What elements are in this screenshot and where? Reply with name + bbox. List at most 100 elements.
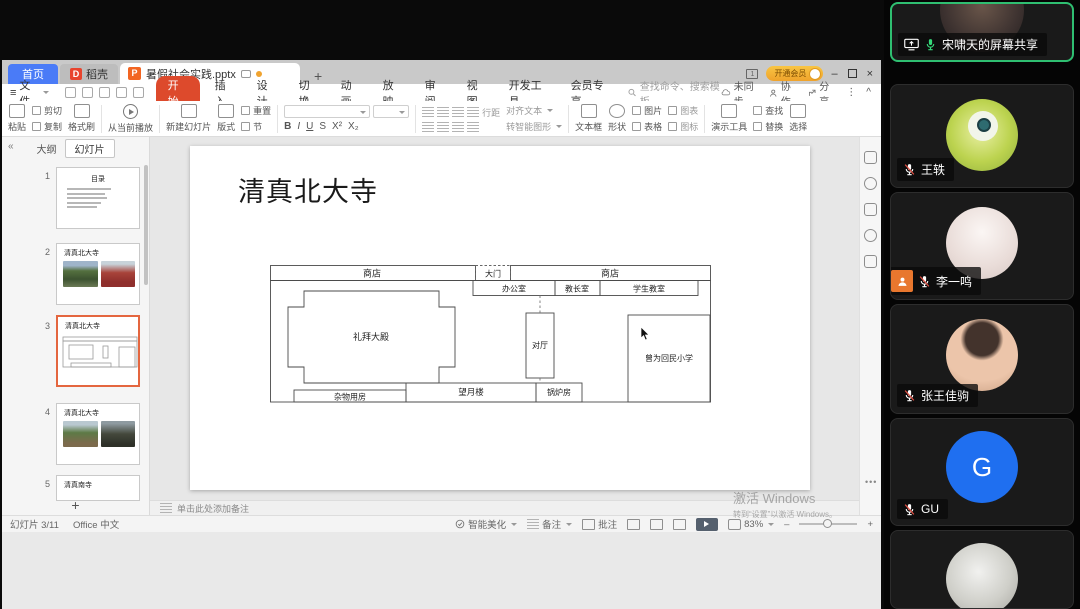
layers-icon[interactable] bbox=[864, 203, 877, 216]
slideshow-play-button[interactable] bbox=[696, 518, 718, 531]
strikethrough-button[interactable]: S bbox=[319, 121, 326, 132]
new-slide-button[interactable]: 新建幻灯片 bbox=[166, 104, 211, 133]
italic-button[interactable]: I bbox=[297, 121, 300, 132]
participant-tile-sharing[interactable]: 宋啸天的屏幕共享 bbox=[890, 2, 1074, 62]
cut-label: 剪切 bbox=[44, 104, 62, 117]
text-box-button[interactable]: 文本框 bbox=[575, 104, 602, 133]
comments-button[interactable]: 批注 bbox=[582, 517, 617, 531]
slide-thumbnail-4[interactable]: 清真北大寺 bbox=[56, 403, 140, 465]
align-center-icon[interactable] bbox=[437, 122, 449, 132]
media-library-icon[interactable] bbox=[864, 255, 877, 268]
add-slide-button[interactable]: + bbox=[2, 497, 149, 513]
diagram-label-storage: 杂物用房 bbox=[334, 392, 366, 402]
more-menu-icon[interactable]: ⋮ bbox=[846, 87, 856, 98]
shared-screen-region: 首页 D 稻壳 P 暑假社会实践.pptx + 1 开通会员 bbox=[0, 0, 884, 609]
participant-tile[interactable]: G GU bbox=[890, 418, 1074, 526]
smart-beautify-button[interactable]: 智能美化 bbox=[455, 517, 517, 531]
increase-indent-icon[interactable] bbox=[467, 107, 479, 117]
participant-tile[interactable]: 王轶 bbox=[890, 84, 1074, 188]
panel-tab-outline[interactable]: 大纲 bbox=[37, 141, 57, 156]
slide-thumbnail-3-selected[interactable]: 清真北大寺 bbox=[56, 315, 140, 387]
chart-button[interactable]: 图表 bbox=[668, 104, 698, 117]
avatar-gu: G bbox=[946, 431, 1018, 503]
slide-layout-button[interactable]: 版式 bbox=[217, 104, 235, 133]
line-spacing-button[interactable]: 行距 bbox=[482, 106, 500, 119]
reading-view-button[interactable] bbox=[673, 519, 686, 530]
zoom-level[interactable]: 83% bbox=[728, 519, 774, 530]
paste-button[interactable]: 粘贴 bbox=[8, 104, 26, 133]
slide-thumbnail-1[interactable]: 目录 bbox=[56, 167, 140, 229]
font-size-select[interactable] bbox=[373, 105, 409, 118]
copy-button[interactable]: 复制 bbox=[32, 120, 62, 133]
participant-tile[interactable]: 李一鸣 bbox=[890, 192, 1074, 300]
search-icon bbox=[628, 88, 636, 97]
slide-thumbnail-2[interactable]: 清真北大寺 bbox=[56, 243, 140, 305]
bold-button[interactable]: B bbox=[284, 121, 291, 132]
justify-icon[interactable] bbox=[467, 122, 479, 132]
diagram-label-gate[interactable]: 大门 bbox=[485, 269, 501, 279]
present-tools-label: 演示工具 bbox=[711, 120, 747, 133]
slide-sorter-view-button[interactable] bbox=[650, 519, 663, 530]
participant-name-tag: 宋啸天的屏幕共享 bbox=[898, 33, 1047, 56]
picture-button[interactable]: 图片 bbox=[632, 104, 662, 117]
layout-label: 版式 bbox=[217, 120, 235, 133]
panel-scrollbar[interactable] bbox=[144, 165, 148, 285]
magic-wand-icon bbox=[455, 519, 465, 529]
bullet-list-icon[interactable] bbox=[422, 107, 434, 117]
format-painter-button[interactable]: 格式刷 bbox=[68, 104, 95, 133]
slide-canvas: 清真北大寺 bbox=[150, 137, 859, 500]
zoom-slider[interactable] bbox=[799, 523, 857, 525]
play-from-current-button[interactable]: 从当前播放 bbox=[108, 104, 153, 134]
print-icon[interactable] bbox=[82, 87, 93, 98]
normal-view-button[interactable] bbox=[627, 519, 640, 530]
superscript-button[interactable]: X² bbox=[332, 121, 342, 132]
table-button[interactable]: 表格 bbox=[632, 120, 662, 133]
collapse-ribbon-icon[interactable]: ^ bbox=[866, 87, 871, 98]
zoom-in-button[interactable]: + bbox=[867, 519, 873, 530]
find-button[interactable]: 查找 bbox=[753, 104, 783, 117]
notes-toggle-label: 备注 bbox=[542, 517, 561, 531]
slide-title[interactable]: 清真北大寺 bbox=[238, 170, 378, 209]
font-family-select[interactable] bbox=[284, 105, 370, 118]
participant-tile[interactable]: 张王佳驹 bbox=[890, 304, 1074, 414]
properties-icon[interactable] bbox=[864, 151, 877, 164]
photo-temple-front bbox=[63, 261, 98, 287]
align-text-button[interactable]: 对齐文本 bbox=[506, 104, 562, 117]
save-icon[interactable] bbox=[65, 87, 76, 98]
underline-button[interactable]: U bbox=[306, 121, 313, 132]
current-slide[interactable]: 清真北大寺 bbox=[190, 146, 810, 490]
section-button[interactable]: 节 bbox=[241, 120, 271, 133]
subscript-button[interactable]: X₂ bbox=[348, 121, 359, 132]
redo-icon[interactable] bbox=[133, 87, 144, 98]
icon-library-button[interactable]: 图标 bbox=[668, 120, 698, 133]
zoom-out-button[interactable]: – bbox=[784, 519, 789, 530]
align-left-icon[interactable] bbox=[422, 122, 434, 132]
undo-icon[interactable] bbox=[116, 87, 127, 98]
beautify-star-icon[interactable] bbox=[864, 177, 877, 190]
text-box-label: 文本框 bbox=[575, 120, 602, 133]
reset-button[interactable]: 重置 bbox=[241, 104, 271, 117]
select-button[interactable]: 选择 bbox=[789, 104, 807, 133]
more-tools-icon[interactable]: ••• bbox=[865, 477, 877, 487]
diagram-label-prayer-hall: 礼拜大殿 bbox=[353, 331, 389, 342]
panel-tab-slides[interactable]: 幻灯片 bbox=[65, 139, 115, 158]
picture-label: 图片 bbox=[644, 104, 662, 117]
print-preview-icon[interactable] bbox=[99, 87, 110, 98]
align-right-icon[interactable] bbox=[452, 122, 464, 132]
language-indicator[interactable]: Office 中文 bbox=[73, 517, 119, 531]
present-tools-button[interactable]: 演示工具 bbox=[711, 104, 747, 133]
shape-button[interactable]: 形状 bbox=[608, 104, 626, 133]
chevron-down-icon bbox=[511, 523, 517, 526]
cut-button[interactable]: 剪切 bbox=[32, 104, 62, 117]
chevron-down-icon bbox=[547, 109, 553, 112]
tab-docer[interactable]: D 稻壳 bbox=[60, 64, 118, 84]
decrease-indent-icon[interactable] bbox=[452, 107, 464, 117]
history-clock-icon[interactable] bbox=[864, 229, 877, 242]
notes-toggle-button[interactable]: 备注 bbox=[527, 517, 572, 531]
numbered-list-icon[interactable] bbox=[437, 107, 449, 117]
smart-graphic-button[interactable]: 转智能图形 bbox=[506, 120, 562, 133]
zoom-slider-knob[interactable] bbox=[823, 519, 832, 528]
replace-button[interactable]: 替换 bbox=[753, 120, 783, 133]
watermark-line2: 转到“设置”以激活 Windows。 bbox=[733, 509, 837, 520]
participant-tile-partial[interactable] bbox=[890, 530, 1074, 609]
